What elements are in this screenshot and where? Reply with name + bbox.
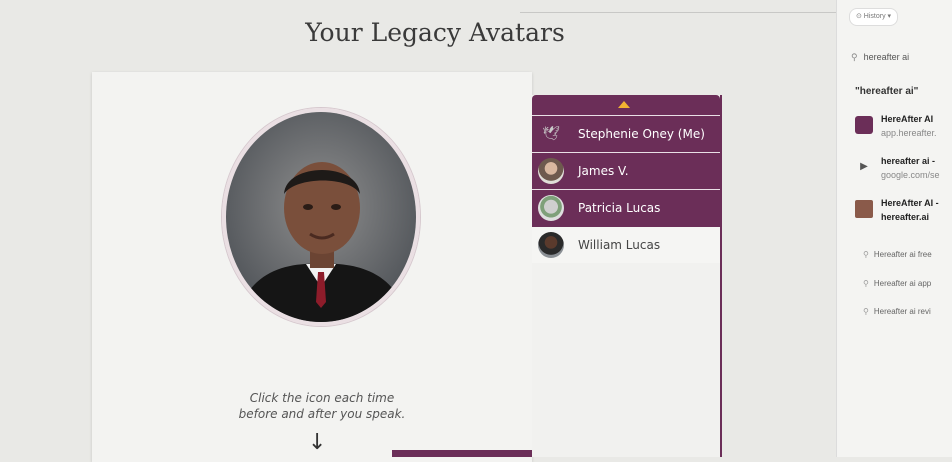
portrait-image bbox=[226, 112, 416, 322]
search-icon: ⚲ bbox=[851, 52, 858, 62]
avatar-list: 🕊 Stephenie Oney (Me) James V. Patricia … bbox=[532, 95, 722, 457]
caret-up-icon bbox=[618, 101, 630, 108]
search-icon: ⚲ bbox=[863, 307, 869, 316]
query-heading: "hereafter ai" bbox=[855, 86, 919, 97]
history-result[interactable]: ▶ hereafter ai - google.com/se bbox=[855, 154, 952, 190]
result-url: app.hereafter. bbox=[881, 128, 937, 138]
suggestion-text: Hereafter ai app bbox=[873, 279, 932, 288]
history-tab[interactable]: ⊙ History ▾ bbox=[849, 8, 899, 26]
avatar-item-william[interactable]: William Lucas bbox=[532, 226, 720, 263]
search-suggestion[interactable]: ⚲ Hereafter ai revi bbox=[863, 307, 931, 316]
instruction-line-1: Click the icon each time bbox=[249, 391, 395, 405]
search-icon: ⚲ bbox=[863, 279, 869, 288]
avatar-name: William Lucas bbox=[578, 238, 661, 252]
avatar-item-james[interactable]: James V. bbox=[532, 152, 720, 189]
video-favicon-icon: ▶ bbox=[860, 161, 868, 172]
result-title: HereAfter AI bbox=[881, 114, 934, 124]
result-title: HereAfter AI - bbox=[881, 198, 939, 208]
avatar-item-patricia[interactable]: Patricia Lucas bbox=[532, 189, 720, 226]
history-result[interactable]: HereAfter AI app.hereafter. bbox=[855, 112, 952, 148]
avatar-thumbnail bbox=[538, 158, 564, 184]
search-icon: ⚲ bbox=[863, 250, 869, 259]
result-url: google.com/se bbox=[881, 170, 940, 180]
result-title: hereafter ai - bbox=[881, 156, 936, 166]
avatar-thumbnail bbox=[538, 232, 564, 258]
avatar-card: Click the icon each time before and afte… bbox=[92, 72, 532, 462]
avatar-name: James V. bbox=[578, 164, 629, 178]
site-favicon-icon bbox=[855, 116, 873, 134]
search-suggestion[interactable]: ⚲ Hereafter ai free bbox=[863, 250, 932, 259]
avatar-name: Patricia Lucas bbox=[578, 201, 661, 215]
site-thumbnail-icon bbox=[855, 200, 873, 218]
avatar-item-stephenie[interactable]: 🕊 Stephenie Oney (Me) bbox=[532, 115, 720, 152]
speak-instructions: Click the icon each time before and afte… bbox=[222, 390, 422, 422]
bottom-accent-bar bbox=[392, 450, 532, 457]
search-suggestion[interactable]: ⚲ Hereafter ai app bbox=[863, 279, 931, 288]
search-value: hereafter ai bbox=[863, 52, 910, 62]
avatar-thumbnail bbox=[538, 195, 564, 221]
history-result[interactable]: HereAfter AI - hereafter.ai bbox=[855, 196, 952, 232]
result-url: hereafter.ai bbox=[881, 212, 930, 222]
window-outline-top bbox=[520, 12, 836, 13]
avatar-portrait[interactable] bbox=[222, 108, 420, 326]
list-scroll-up[interactable] bbox=[532, 95, 720, 115]
suggestion-text: Hereafter ai free bbox=[873, 250, 932, 259]
bird-icon: 🕊 bbox=[542, 126, 560, 142]
suggestion-text: Hereafter ai revi bbox=[873, 307, 931, 316]
history-search-input[interactable]: ⚲ hereafter ai bbox=[851, 46, 952, 68]
instruction-line-2: before and after you speak. bbox=[238, 407, 406, 421]
browser-history-panel: ⊙ History ▾ ⚲ hereafter ai "hereafter ai"… bbox=[836, 0, 952, 457]
page-title: Your Legacy Avatars bbox=[305, 18, 565, 47]
avatar-name: Stephenie Oney (Me) bbox=[578, 127, 705, 141]
down-arrow-icon: ↓ bbox=[308, 430, 327, 455]
